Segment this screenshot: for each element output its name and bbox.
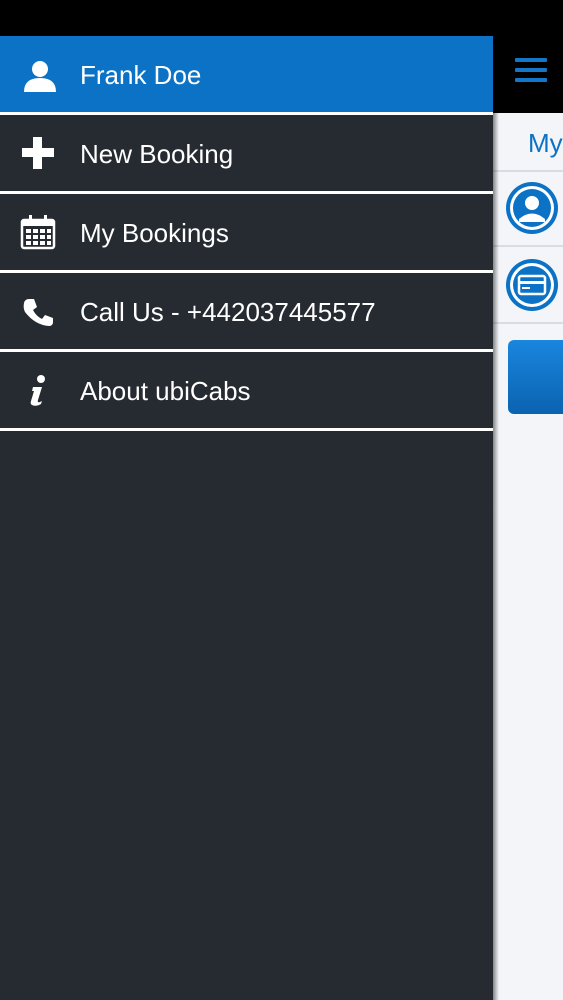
divider bbox=[493, 170, 563, 172]
menu-item-about[interactable]: About ubiCabs bbox=[0, 352, 493, 428]
menu-item-label: About ubiCabs bbox=[80, 376, 251, 406]
status-bar bbox=[0, 0, 563, 36]
hamburger-icon[interactable] bbox=[515, 58, 547, 86]
card-icon bbox=[506, 259, 558, 311]
user-icon bbox=[22, 58, 58, 94]
menu-item-new-booking[interactable]: New Booking bbox=[0, 115, 493, 191]
calendar-icon bbox=[20, 214, 56, 250]
menu-item-label: New Booking bbox=[80, 139, 234, 169]
divider bbox=[493, 245, 563, 247]
info-icon bbox=[20, 372, 56, 408]
page-title: My bbox=[528, 128, 563, 158]
profile-icon bbox=[506, 182, 558, 234]
menu-item-my-bookings[interactable]: My Bookings bbox=[0, 194, 493, 270]
menu-divider bbox=[0, 428, 493, 431]
phone-icon bbox=[20, 293, 56, 329]
plus-icon bbox=[20, 135, 56, 171]
drawer-shadow bbox=[493, 36, 499, 1000]
primary-button[interactable] bbox=[508, 340, 563, 414]
divider bbox=[493, 322, 563, 324]
drawer-user-header[interactable]: Frank Doe bbox=[0, 36, 493, 112]
navigation-drawer: Frank Doe New Booking My Bookings Call U… bbox=[0, 36, 493, 1000]
menu-item-call-us[interactable]: Call Us - +442037445577 bbox=[0, 273, 493, 349]
menu-item-label: My Bookings bbox=[80, 218, 229, 248]
user-name: Frank Doe bbox=[80, 60, 202, 90]
menu-item-label: Call Us - +442037445577 bbox=[80, 297, 376, 327]
